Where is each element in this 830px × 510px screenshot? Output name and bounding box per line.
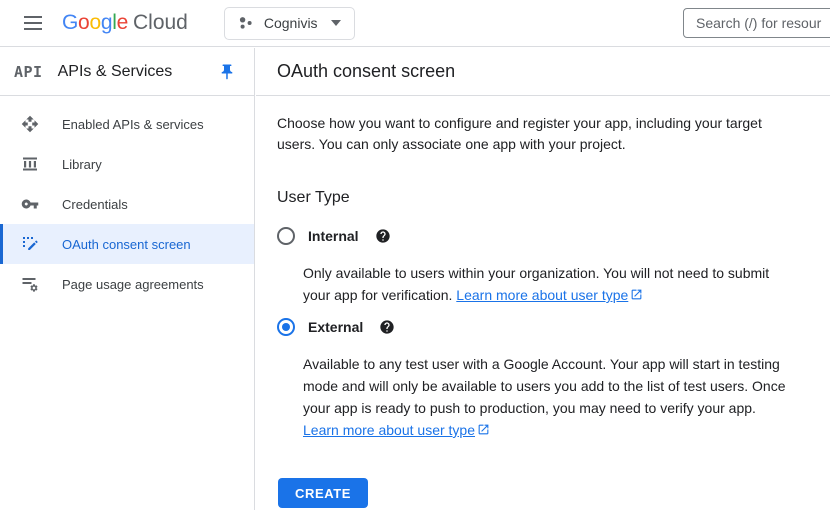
internal-radio[interactable] (277, 227, 295, 245)
internal-help-button[interactable] (375, 228, 391, 244)
sidebar-item-credentials[interactable]: Credentials (0, 184, 254, 224)
topbar: Google Cloud Cognivis (0, 0, 830, 47)
logo-letter: g (101, 11, 112, 35)
external-description-text: Available to any test user with a Google… (303, 356, 786, 416)
sidebar-item-label: Enabled APIs & services (62, 117, 204, 132)
agreements-icon (21, 275, 39, 293)
internal-description: Only available to users within your orga… (303, 262, 795, 307)
main-content: OAuth consent screen Choose how you want… (256, 48, 830, 510)
logo-letter: e (117, 11, 128, 35)
sidebar-item-label: Credentials (62, 197, 128, 212)
google-cloud-logo[interactable]: Google Cloud (62, 11, 188, 35)
pin-icon (218, 63, 236, 81)
content-body: Choose how you want to configure and reg… (256, 96, 830, 508)
sidebar-header: API APIs & Services (0, 48, 254, 96)
search-input[interactable] (683, 8, 830, 38)
user-type-option-external: External Available to any test user with… (277, 315, 808, 442)
sidebar-item-label: Library (62, 157, 102, 172)
library-icon (21, 155, 39, 173)
pin-button[interactable] (218, 63, 236, 81)
open-in-new-icon (477, 420, 490, 442)
link-text: Learn more about user type (303, 422, 475, 438)
external-learn-more-link[interactable]: Learn more about user type (303, 422, 490, 438)
internal-label: Internal (308, 228, 359, 244)
menu-button[interactable] (15, 5, 51, 41)
logo-letter: o (78, 11, 89, 35)
consent-screen-icon (21, 235, 39, 253)
sidebar-item-library[interactable]: Library (0, 144, 254, 184)
chevron-down-icon (331, 20, 341, 26)
content-header: OAuth consent screen (256, 48, 830, 96)
logo-letter: o (89, 11, 100, 35)
project-name: Cognivis (264, 15, 318, 31)
project-selector[interactable]: Cognivis (224, 7, 355, 40)
sidebar-item-oauth-consent-screen[interactable]: OAuth consent screen (0, 224, 254, 264)
logo-letter: G (62, 11, 78, 35)
external-label: External (308, 319, 363, 335)
internal-learn-more-link[interactable]: Learn more about user type (456, 287, 643, 303)
project-dots-icon (238, 15, 254, 31)
logo-cloud-text: Cloud (133, 11, 188, 35)
key-icon (21, 195, 39, 213)
external-radio[interactable] (277, 318, 295, 336)
sidebar: API APIs & Services Enabled APIs & servi… (0, 48, 255, 510)
external-option-row: External (277, 315, 808, 339)
create-button[interactable]: CREATE (278, 478, 368, 508)
intro-text: Choose how you want to configure and reg… (277, 113, 802, 155)
sidebar-title: APIs & Services (58, 63, 173, 81)
link-text: Learn more about user type (456, 287, 628, 303)
page-title: OAuth consent screen (277, 61, 455, 82)
help-icon (379, 319, 395, 335)
enabled-apis-icon (21, 115, 39, 133)
sidebar-item-page-usage-agreements[interactable]: Page usage agreements (0, 264, 254, 304)
user-type-heading: User Type (277, 188, 808, 208)
user-type-option-internal: Internal Only available to users within … (277, 224, 808, 307)
sidebar-item-enabled-apis[interactable]: Enabled APIs & services (0, 104, 254, 144)
sidebar-item-label: OAuth consent screen (62, 237, 191, 252)
internal-option-row: Internal (277, 224, 808, 248)
sidebar-item-label: Page usage agreements (62, 277, 204, 292)
external-description: Available to any test user with a Google… (303, 353, 795, 442)
help-icon (375, 228, 391, 244)
external-help-button[interactable] (379, 319, 395, 335)
open-in-new-icon (630, 285, 643, 307)
sidebar-nav: Enabled APIs & services Library Credenti… (0, 96, 254, 304)
api-logo: API (14, 63, 43, 81)
hamburger-icon (24, 16, 42, 30)
